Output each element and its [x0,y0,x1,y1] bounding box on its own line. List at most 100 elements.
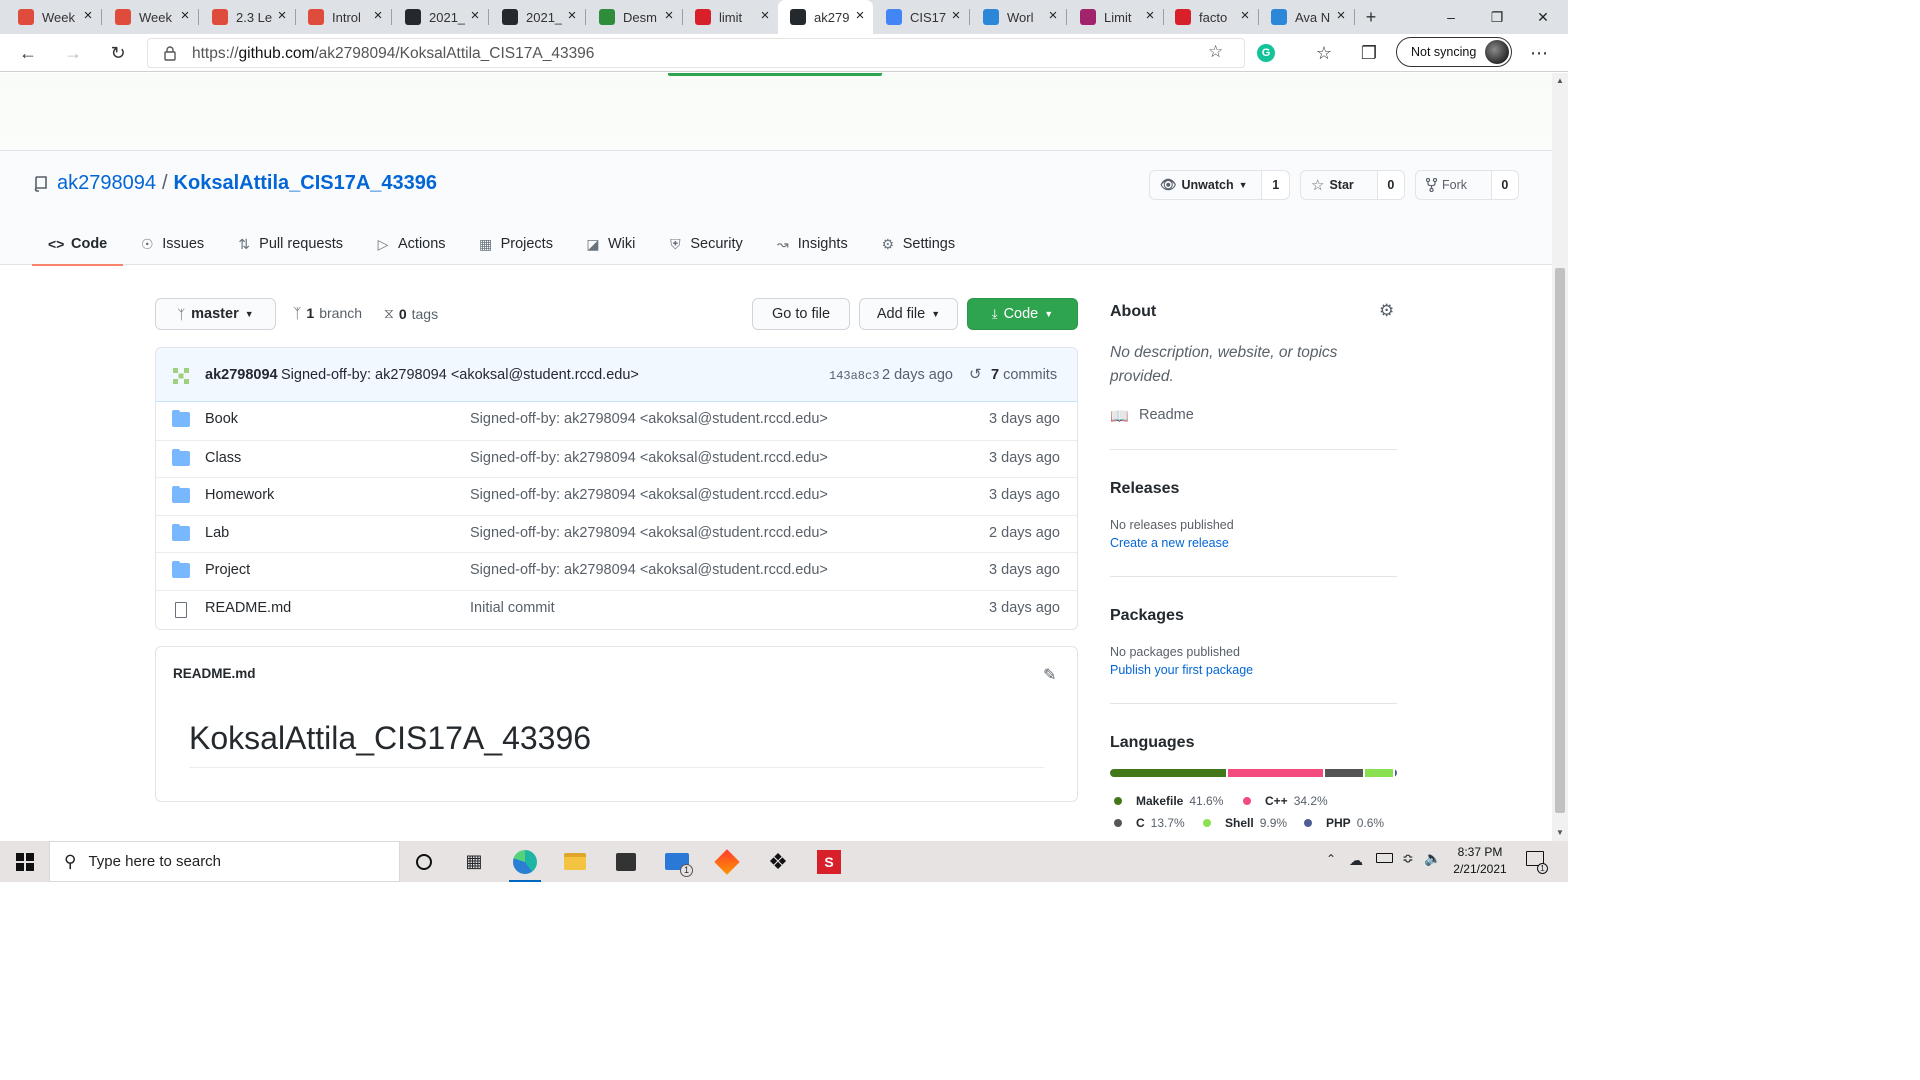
commits-link[interactable]: 7 commits [991,367,1057,383]
wifi-icon[interactable]: ≎ [1402,850,1414,867]
close-tab-icon[interactable]: × [565,8,579,23]
file-commit-message[interactable]: Initial commit [470,600,555,616]
scrollbar-thumb[interactable] [1555,268,1565,813]
language-item[interactable]: PHP 0.6% [1304,816,1384,830]
browser-tab[interactable]: Worl × [971,0,1067,34]
favorite-add-icon[interactable]: ☆ [1208,42,1223,62]
browser-tab[interactable]: ak279 × [778,0,873,34]
minimize-button[interactable]: – [1428,0,1474,34]
system-clock[interactable]: 8:37 PM 2/21/2021 [1441,844,1519,878]
close-tab-icon[interactable]: × [1046,8,1060,23]
browser-tab[interactable]: Week × [103,0,199,34]
chevron-up-icon[interactable]: ⌃ [1326,852,1336,866]
browser-tab[interactable]: 2.3 Le × [200,0,296,34]
edge-icon[interactable] [507,845,543,882]
close-window-button[interactable]: ✕ [1520,0,1566,34]
commit-author[interactable]: ak2798094 [205,367,278,383]
dropbox-icon[interactable]: ❖ [760,845,796,878]
code-download-button[interactable]: ⤓ Code ▼ [967,298,1078,330]
url-text[interactable]: https://github.com/ak2798094/KoksalAttil… [192,45,594,63]
author-avatar[interactable] [170,365,192,387]
watch-count[interactable]: 1 [1261,171,1289,199]
favorites-icon[interactable]: ☆ [1310,39,1338,67]
close-tab-icon[interactable]: × [81,8,95,23]
browser-tab[interactable]: 2021_ × [490,0,586,34]
browser-tab[interactable]: Introl × [296,0,392,34]
tab-security[interactable]: ⛨ Security [651,223,758,265]
address-bar[interactable]: https://github.com/ak2798094/KoksalAttil… [147,38,1245,68]
file-name-link[interactable]: Class [205,450,241,466]
file-name-link[interactable]: Homework [205,487,274,503]
file-explorer-icon[interactable] [557,845,593,878]
close-tab-icon[interactable]: × [275,8,289,23]
browser-tab[interactable]: Ava N × [1259,0,1355,34]
file-name-link[interactable]: Book [205,411,238,427]
fork-count[interactable]: 0 [1490,171,1518,199]
pencil-icon[interactable]: ✎ [1043,665,1056,685]
tab-projects[interactable]: ▦ Projects [462,223,569,265]
lock-icon[interactable] [164,46,176,61]
close-tab-icon[interactable]: × [371,8,385,23]
battery-icon[interactable] [1376,853,1393,863]
browser-tab[interactable]: Limit × [1068,0,1164,34]
close-tab-icon[interactable]: × [1143,8,1157,23]
task-view-icon[interactable]: ▦ [456,845,492,878]
tags-link[interactable]: ⧖ 0 tags [384,305,438,322]
tab-settings[interactable]: ⚙ Settings [864,223,971,265]
file-name-link[interactable]: README.md [205,600,291,616]
close-tab-icon[interactable]: × [758,8,772,23]
refresh-icon[interactable]: ↻ [104,39,132,67]
close-tab-icon[interactable]: × [1238,8,1252,23]
create-release-link[interactable]: Create a new release [1110,536,1229,550]
tab-code[interactable]: <> Code [32,223,124,266]
file-name-link[interactable]: Project [205,562,250,578]
close-tab-icon[interactable]: × [949,8,963,23]
more-menu-icon[interactable]: ⋯ [1525,39,1553,67]
close-tab-icon[interactable]: × [1334,8,1348,23]
language-item[interactable]: C 13.7% [1114,816,1185,830]
language-item[interactable]: Makefile 41.6% [1114,794,1223,808]
star-count[interactable]: 0 [1376,171,1404,199]
repo-owner-link[interactable]: ak2798094 [57,172,156,195]
forward-icon[interactable]: → [59,39,87,67]
restore-button[interactable]: ❐ [1474,0,1520,34]
browser-tab[interactable]: Desm × [587,0,683,34]
file-commit-message[interactable]: Signed-off-by: ak2798094 <akoksal@studen… [470,487,828,503]
watch-button[interactable]: 👁 Unwatch ▼ 1 [1149,170,1290,200]
commit-message[interactable]: Signed-off-by: ak2798094 <akoksal@studen… [281,367,639,383]
office-app-icon[interactable] [709,845,745,878]
mail-icon[interactable]: 1 [659,845,695,878]
file-commit-message[interactable]: Signed-off-by: ak2798094 <akoksal@studen… [470,450,828,466]
file-commit-message[interactable]: Signed-off-by: ak2798094 <akoksal@studen… [470,525,828,541]
browser-tab[interactable]: CIS17 × [874,0,970,34]
back-icon[interactable]: ← [14,39,42,67]
close-tab-icon[interactable]: × [468,8,482,23]
gear-icon[interactable]: ⚙ [1379,301,1394,321]
browser-tab[interactable]: Week × [6,0,102,34]
scroll-down-icon[interactable]: ▼ [1556,828,1564,837]
tab-actions[interactable]: ▷ Actions [359,223,462,265]
language-item[interactable]: Shell 9.9% [1203,816,1287,830]
packages-title[interactable]: Packages [1110,607,1184,625]
onedrive-icon[interactable]: ☁ [1349,852,1363,869]
file-name-link[interactable]: Lab [205,525,229,541]
browser-tab[interactable]: facto × [1163,0,1259,34]
branches-link[interactable]: ᛉ 1 branch [293,305,362,321]
history-icon[interactable]: ↺ [969,365,982,383]
volume-icon[interactable]: 🔈 [1424,850,1441,867]
publish-package-link[interactable]: Publish your first package [1110,663,1253,677]
windows-start-icon[interactable] [16,853,34,871]
fork-button[interactable]: Fork 0 [1415,170,1519,200]
app-red-icon[interactable]: S [811,845,847,878]
tab-insights[interactable]: ↝ Insights [759,223,864,265]
browser-tab[interactable]: limit × [683,0,779,34]
collections-icon[interactable]: ❐ [1355,39,1383,67]
page-scrollbar[interactable]: ▲ ▼ [1552,73,1568,841]
star-button[interactable]: ☆ Star 0 [1300,170,1405,200]
scroll-up-icon[interactable]: ▲ [1556,76,1564,85]
add-file-button[interactable]: Add file ▼ [859,298,958,330]
close-tab-icon[interactable]: × [853,8,867,23]
cortana-icon[interactable] [406,845,442,878]
new-tab-button[interactable]: + [1357,3,1385,31]
store-icon[interactable] [608,845,644,878]
